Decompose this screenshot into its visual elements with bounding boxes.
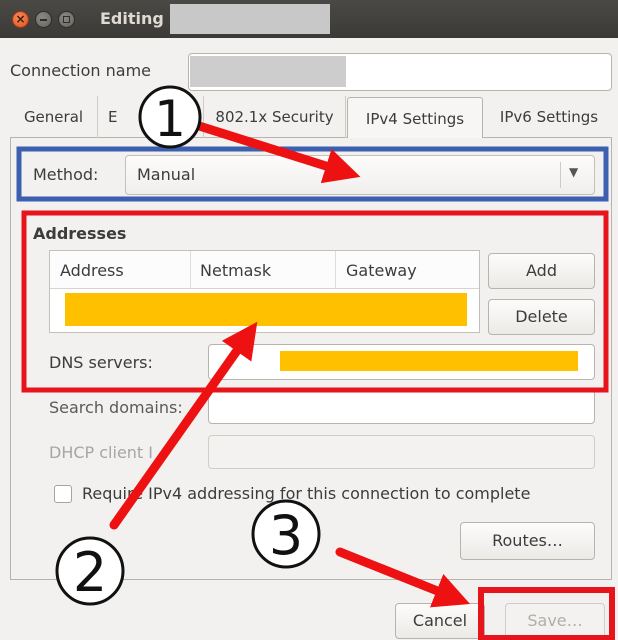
- window-title: Editing: [100, 9, 164, 28]
- method-selected-value: Manual: [137, 165, 196, 184]
- tab-ethernet[interactable]: E: [98, 96, 204, 138]
- tab-ipv4-settings[interactable]: IPv4 Settings: [347, 97, 483, 139]
- dropdown-separator: [560, 162, 561, 188]
- connection-name-label: Connection name: [10, 61, 151, 80]
- title-bar: × Editing: [0, 0, 618, 38]
- minimize-window-button[interactable]: [35, 11, 52, 28]
- dns-servers-label: DNS servers:: [49, 353, 153, 372]
- column-divider: [190, 251, 191, 289]
- cancel-button[interactable]: Cancel: [395, 603, 485, 639]
- delete-address-button[interactable]: Delete: [488, 299, 595, 335]
- tab-ipv6-settings[interactable]: IPv6 Settings: [486, 96, 612, 138]
- addresses-heading: Addresses: [33, 224, 127, 243]
- tab-8021x-security[interactable]: 802.1x Security: [204, 96, 346, 138]
- title-redaction: [170, 4, 330, 34]
- add-address-button[interactable]: Add: [488, 253, 595, 289]
- dhcp-client-id-input: [208, 435, 595, 469]
- dns-value-redaction: [280, 351, 578, 371]
- column-header-address[interactable]: Address: [60, 261, 124, 280]
- maximize-icon: [63, 16, 70, 23]
- routes-button[interactable]: Routes…: [460, 522, 595, 560]
- method-dropdown[interactable]: [125, 155, 595, 195]
- save-button[interactable]: Save…: [505, 603, 605, 639]
- require-ipv4-label[interactable]: Require IPv4 addressing for this connect…: [82, 484, 530, 503]
- connection-name-redaction: [190, 56, 346, 87]
- dropdown-arrow-icon: ▼: [569, 165, 579, 179]
- dhcp-client-id-label: DHCP client I: [49, 443, 154, 462]
- addresses-table-header: Address Netmask Gateway: [50, 251, 479, 289]
- method-label: Method:: [33, 165, 99, 184]
- settings-tab-bar: General E 802.1x Security IPv4 Settings …: [10, 96, 612, 139]
- search-domains-label: Search domains:: [49, 398, 183, 417]
- require-ipv4-checkbox[interactable]: [54, 485, 72, 503]
- close-window-button[interactable]: ×: [12, 11, 29, 28]
- maximize-window-button[interactable]: [58, 11, 75, 28]
- column-divider: [335, 251, 336, 289]
- column-header-netmask[interactable]: Netmask: [200, 261, 271, 280]
- minimize-icon: [40, 19, 47, 21]
- address-row-redaction[interactable]: [65, 293, 467, 326]
- column-header-gateway[interactable]: Gateway: [346, 261, 417, 280]
- search-domains-input[interactable]: [208, 390, 595, 424]
- close-icon: ×: [15, 12, 26, 26]
- tab-general[interactable]: General: [10, 96, 98, 138]
